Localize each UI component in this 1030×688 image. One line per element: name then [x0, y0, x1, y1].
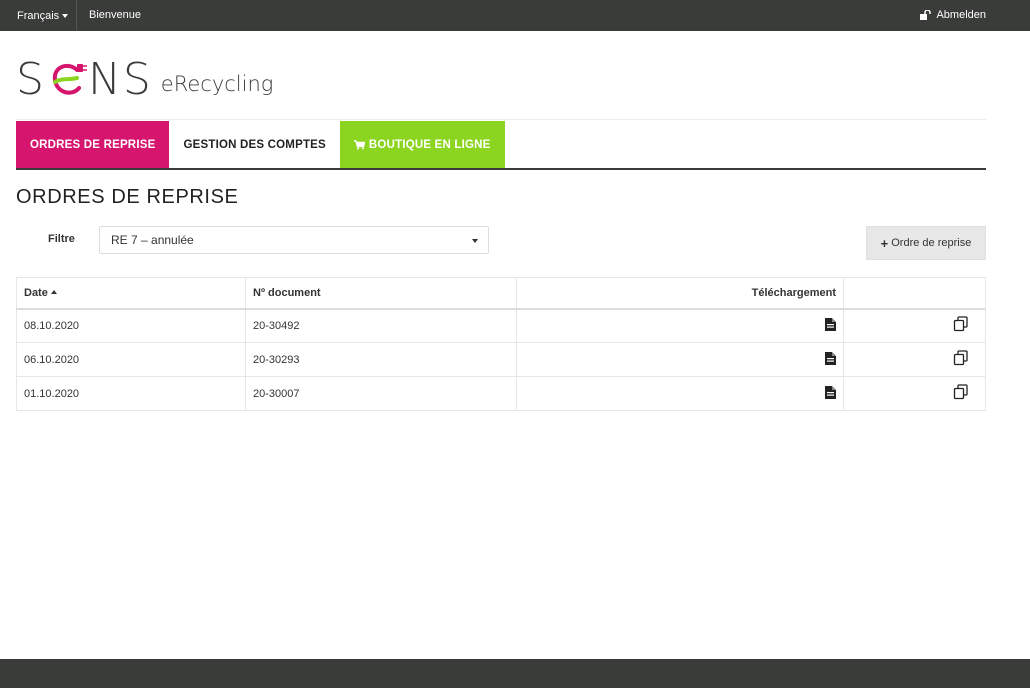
filter-label: Filtre	[48, 233, 75, 245]
main-nav: ORDRES DE REPRISE GESTION DES COMPTES BO…	[16, 121, 986, 170]
nav-divider	[16, 119, 986, 120]
cart-icon	[353, 139, 365, 149]
cell-date: 06.10.2020	[16, 342, 246, 377]
unlock-icon	[920, 10, 932, 20]
file-icon[interactable]	[825, 317, 836, 331]
logout-label: Abmelden	[936, 9, 986, 21]
tab-label: BOUTIQUE EN LIGNE	[368, 138, 491, 151]
cell-document: 20-30293	[245, 342, 517, 377]
tab-label: ORDRES DE REPRISE	[30, 138, 156, 151]
column-header-date[interactable]: Date	[16, 277, 246, 310]
top-bar: Français Bienvenue Abmelden	[0, 0, 1030, 31]
cell-download	[516, 342, 844, 377]
footer	[0, 659, 1030, 688]
header-document-label: Nº document	[253, 286, 321, 299]
orders-table: Date Nº document Téléchargement 08.10.20…	[16, 277, 986, 411]
table-row: 08.10.2020 20-30492	[16, 308, 986, 343]
header-download-label: Téléchargement	[751, 286, 836, 299]
add-ordre-de-reprise-button[interactable]: + Ordre de reprise	[866, 226, 986, 260]
add-button-label: Ordre de reprise	[891, 237, 972, 249]
cell-copy	[843, 376, 986, 411]
logout-button[interactable]: Abmelden	[920, 9, 986, 21]
filter-select[interactable]: RE 7 – annulée	[99, 226, 489, 254]
language-label: Français	[17, 9, 60, 22]
column-header-download: Téléchargement	[516, 277, 844, 310]
file-icon[interactable]	[825, 351, 836, 365]
language-dropdown[interactable]: Français	[0, 0, 77, 31]
cell-date: 08.10.2020	[16, 308, 246, 343]
tab-ordres-de-reprise[interactable]: ORDRES DE REPRISE	[16, 121, 170, 168]
sens-erecycling-logo[interactable]: S NS eRecycling	[16, 46, 273, 102]
page-title: ORDRES DE REPRISE	[16, 186, 239, 208]
tab-gestion-des-comptes[interactable]: GESTION DES COMPTES	[169, 121, 339, 168]
tab-label: GESTION DES COMPTES	[183, 138, 326, 151]
cell-date: 01.10.2020	[16, 376, 246, 411]
logo-sub: eRecycling	[160, 72, 274, 96]
filter-selected-value: RE 7 – annulée	[111, 233, 194, 247]
plus-icon: +	[880, 235, 889, 251]
copy-icon[interactable]	[953, 384, 969, 400]
chevron-down-icon	[472, 239, 478, 243]
table-row: 01.10.2020 20-30007	[16, 376, 986, 411]
cell-copy	[843, 342, 986, 377]
cell-copy	[843, 308, 986, 343]
copy-icon[interactable]	[953, 350, 969, 366]
copy-icon[interactable]	[953, 316, 969, 332]
welcome-text: Bienvenue	[89, 9, 141, 21]
plug-logo-icon	[52, 63, 87, 95]
cell-document: 20-30492	[245, 308, 517, 343]
column-header-actions	[843, 277, 986, 310]
tab-boutique-en-ligne[interactable]: BOUTIQUE EN LIGNE	[339, 121, 505, 168]
table-header-row: Date Nº document Téléchargement	[16, 277, 986, 310]
table-row: 06.10.2020 20-30293	[16, 342, 986, 377]
cell-document: 20-30007	[245, 376, 517, 411]
file-icon[interactable]	[825, 385, 836, 399]
column-header-document: Nº document	[245, 277, 517, 310]
cell-download	[516, 308, 844, 343]
cell-download	[516, 376, 844, 411]
chevron-down-icon	[62, 14, 69, 18]
logo-main: S NS	[16, 54, 153, 105]
header-date-label: Date	[24, 286, 48, 299]
sort-ascending-icon	[50, 289, 57, 294]
